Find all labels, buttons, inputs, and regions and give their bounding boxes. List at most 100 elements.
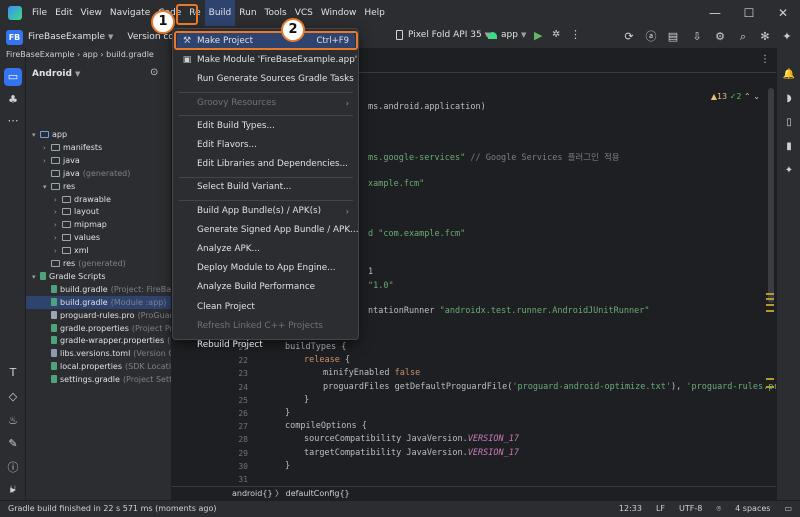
gemini-sparkle-icon[interactable]: ✦ xyxy=(782,164,796,178)
menu-run[interactable]: Run xyxy=(235,0,260,26)
tree-item[interactable]: ▾ Gradle Scripts xyxy=(26,270,171,283)
project-name[interactable]: FireBaseExample xyxy=(28,32,105,42)
app-quality-icon[interactable]: ◇ xyxy=(4,388,22,406)
tree-item[interactable]: › mipmap xyxy=(26,218,171,231)
close-button[interactable]: ✕ xyxy=(766,6,800,20)
tree-item[interactable]: settings.gradle(Project Settings) xyxy=(26,373,171,386)
project-badge[interactable]: FB xyxy=(6,29,23,45)
tree-item[interactable]: libs.versions.toml(Version Catalog xyxy=(26,347,171,360)
breadcrumb-separator: 〉 xyxy=(275,489,286,498)
problems-icon[interactable]: ⓘ xyxy=(4,459,22,477)
device-manager-icon[interactable]: ▤ xyxy=(666,30,680,44)
running-devices-icon[interactable]: ▮ xyxy=(782,140,796,154)
menu-window[interactable]: Window xyxy=(317,0,361,26)
lock-icon[interactable]: ⌾ xyxy=(716,501,721,517)
tree-item[interactable]: › manifests xyxy=(26,141,171,154)
menu-item-label: Edit Build Types... xyxy=(197,120,275,131)
code-line: targetCompatibility JavaVersion.VERSION_… xyxy=(304,447,519,460)
settings-gear-icon[interactable]: ✻ xyxy=(758,30,772,44)
resource-manager-icon[interactable]: ♣ xyxy=(4,91,22,109)
code-token: VERSION_17 xyxy=(467,434,519,445)
tree-item[interactable]: proguard-rules.pro(ProGuard Rules xyxy=(26,309,171,322)
tree-item[interactable]: › drawable xyxy=(26,193,171,206)
tree-item[interactable]: › xml xyxy=(26,244,171,257)
inspection-widget[interactable]: ▲13 ✓2 ⌃ ⌄ xyxy=(711,92,760,101)
line-separator[interactable]: LF xyxy=(656,501,665,517)
tree-item[interactable]: build.gradle (Module :app) xyxy=(26,295,171,309)
tree-item[interactable]: java (generated) xyxy=(26,167,171,180)
path-module[interactable]: app xyxy=(83,50,98,59)
device-selector[interactable]: Pixel Fold API 35 ▼ xyxy=(396,30,490,40)
menu-item-edit-flavors[interactable]: Edit Flavors... xyxy=(177,137,355,154)
editor-scrollbar[interactable] xyxy=(768,88,774,303)
menu-build[interactable]: Build xyxy=(204,0,236,26)
maximize-button[interactable]: ☐ xyxy=(732,6,766,20)
device-mirroring-icon[interactable]: ▯ xyxy=(782,116,796,130)
more-actions-icon[interactable]: ⋮ xyxy=(570,28,581,41)
tree-item[interactable]: build.gradle(Project: FireBaseExample) xyxy=(26,283,171,296)
sync-gradle-icon[interactable]: ⟳ xyxy=(622,30,636,44)
menu-item-clean-project[interactable]: Clean Project xyxy=(177,299,355,316)
menu-item-edit-libraries-and-dependencies[interactable]: Edit Libraries and Dependencies... xyxy=(177,156,355,173)
notifications-icon[interactable]: 🔔 xyxy=(782,68,796,82)
chevron-down-icon[interactable]: ⌄ xyxy=(753,92,760,101)
menu-file[interactable]: File xyxy=(28,0,51,26)
path-project[interactable]: FireBaseExample xyxy=(6,50,74,59)
breadcrumb-item[interactable]: android{} xyxy=(232,489,273,498)
tree-item[interactable]: gradle-wrapper.properties(Gradle xyxy=(26,334,171,347)
menu-navigate[interactable]: Navigate xyxy=(106,0,154,26)
menu-item-run-generate-sources-gradle-tasks[interactable]: Run Generate Sources Gradle Tasks xyxy=(177,71,355,88)
menu-view[interactable]: View xyxy=(77,0,106,26)
run-icon[interactable]: ▶ xyxy=(534,29,542,42)
breadcrumb-item[interactable]: defaultConfig{} xyxy=(286,489,350,498)
status-message[interactable]: Gradle build finished in 22 s 571 ms (mo… xyxy=(8,501,217,517)
sdk-manager-icon[interactable]: ⇩ xyxy=(690,30,704,44)
tree-item[interactable]: ▾ app xyxy=(26,128,171,141)
caret-position[interactable]: 12:33 xyxy=(619,501,642,517)
menu-item-analyze-apk[interactable]: Analyze APK... xyxy=(177,241,355,258)
indent-setting[interactable]: 4 spaces xyxy=(735,501,770,517)
debug-icon[interactable]: ✲ xyxy=(552,29,560,40)
tree-item[interactable]: › java xyxy=(26,154,171,167)
apply-changes-icon[interactable]: ⓐ xyxy=(644,30,658,44)
file-encoding[interactable]: UTF-8 xyxy=(679,501,702,517)
project-folder-icon[interactable]: ▭ xyxy=(4,68,22,86)
menu-item-make-module-firebaseexample-app[interactable]: ▣ Make Module 'FireBaseExample.app' xyxy=(177,52,358,69)
more-vertical-icon[interactable]: ⋮ xyxy=(760,54,770,65)
tree-item[interactable]: › values xyxy=(26,231,171,244)
menu-edit[interactable]: Edit xyxy=(51,0,76,26)
gradle-icon[interactable]: ◗ xyxy=(782,92,796,106)
code-token: { xyxy=(339,355,351,366)
menu-item-label: Rebuild Project xyxy=(197,340,263,350)
menu-item-label: Edit Libraries and Dependencies... xyxy=(197,159,348,170)
menu-item-deploy-module-to-app-engine[interactable]: Deploy Module to App Engine... xyxy=(177,260,355,277)
tree-item[interactable]: res (generated) xyxy=(26,257,171,270)
tree-item-label: gradle-wrapper.properties xyxy=(60,336,165,346)
memory-indicator-icon[interactable]: ▭ xyxy=(784,501,792,517)
logcat-icon[interactable]: ✎ xyxy=(4,435,22,453)
menu-item-select-build-variant[interactable]: Select Build Variant... xyxy=(177,179,355,196)
path-file[interactable]: build.gradle xyxy=(106,50,154,59)
menu-item-build-app-bundle-s-apk-s[interactable]: Build App Bundle(s) / APK(s) › xyxy=(177,203,355,220)
build-variants-icon[interactable]: T xyxy=(4,364,22,382)
more-tools-icon[interactable]: ⋯ xyxy=(4,112,22,130)
search-icon[interactable]: ⌕ xyxy=(736,30,750,44)
code-token: "androidx.test.runner.AndroidJUnitRunner… xyxy=(439,306,650,316)
gemini-icon[interactable]: ✦ xyxy=(780,30,794,44)
menu-help[interactable]: Help xyxy=(360,0,389,26)
menu-item-edit-build-types[interactable]: Edit Build Types... xyxy=(177,118,355,135)
tree-item[interactable]: gradle.properties(Project Properties xyxy=(26,322,171,335)
menu-item-generate-signed-app-bundle-apk[interactable]: Generate Signed App Bundle / APK... xyxy=(177,222,359,239)
tree-item[interactable]: ▾ res xyxy=(26,180,171,193)
tree-item[interactable]: › layout xyxy=(26,205,171,218)
app-inspection-icon[interactable]: ♨ xyxy=(4,412,22,430)
code-line: d "com.example.fcm" xyxy=(368,228,465,241)
chevron-up-icon[interactable]: ⌃ xyxy=(744,92,751,101)
minimize-button[interactable]: — xyxy=(698,6,732,20)
menu-item-rebuild-project[interactable]: Rebuild Project xyxy=(177,337,355,354)
profiler-icon[interactable]: ⚙ xyxy=(713,30,727,44)
run-configuration-selector[interactable]: app ▼ xyxy=(488,30,526,40)
version-control-icon[interactable]: ⑂ xyxy=(4,481,22,499)
tree-item[interactable]: local.properties(SDK Location) xyxy=(26,360,171,373)
menu-item-analyze-build-performance[interactable]: Analyze Build Performance xyxy=(177,279,355,296)
